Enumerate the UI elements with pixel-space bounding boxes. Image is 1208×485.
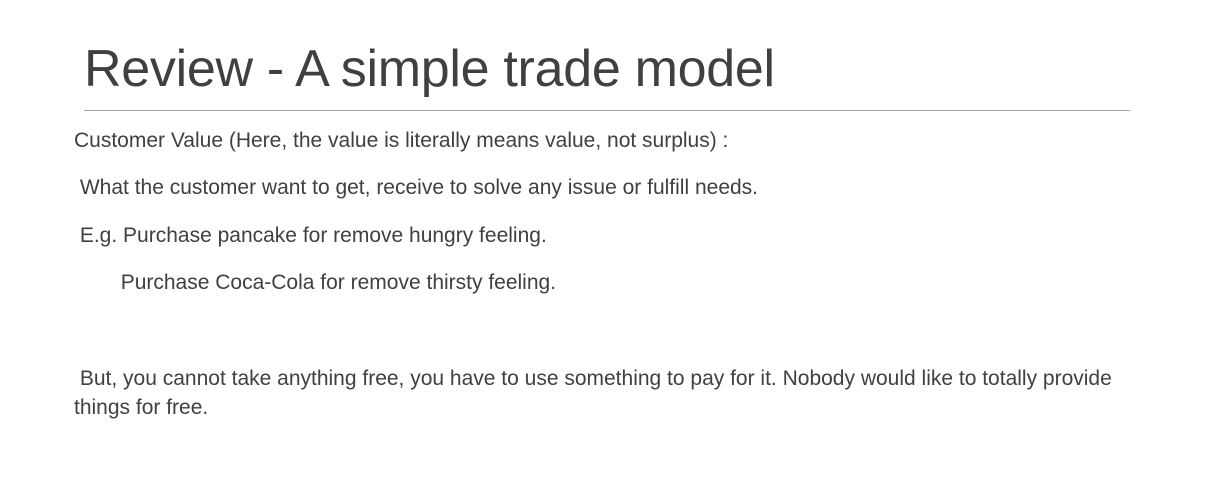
paragraph-example-coca-cola: Purchase Coca-Cola for remove thirsty fe… — [74, 271, 557, 294]
paragraph-customer-value: Customer Value (Here, the value is liter… — [74, 129, 729, 152]
paragraph-example-pancake: E.g. Purchase pancake for remove hungry … — [74, 224, 547, 247]
slide: Review - A simple trade model Customer V… — [0, 0, 1208, 485]
paragraph-definition: What the customer want to get, receive t… — [74, 176, 759, 199]
title-divider — [84, 110, 1130, 111]
slide-title: Review - A simple trade model — [84, 40, 775, 98]
paragraph-payment-note: But, you cannot take anything free, you … — [74, 367, 1118, 419]
